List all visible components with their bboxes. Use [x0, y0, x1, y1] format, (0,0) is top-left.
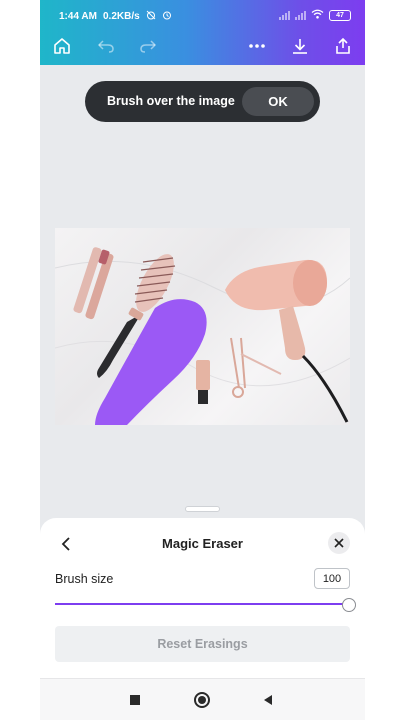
back-nav-icon[interactable]: [258, 690, 278, 710]
top-header: 1:44 AM 0.2KB/s 47: [40, 0, 365, 65]
editor-toolbar: [40, 30, 365, 65]
more-icon[interactable]: [243, 32, 271, 60]
beauty-products-photo: [55, 247, 350, 425]
status-bar: 1:44 AM 0.2KB/s 47: [40, 0, 365, 30]
reset-erasings-button[interactable]: Reset Erasings: [55, 626, 350, 662]
recents-icon[interactable]: [125, 690, 145, 710]
ok-button[interactable]: OK: [242, 87, 314, 116]
sheet-drag-handle[interactable]: [185, 506, 220, 512]
status-time: 1:44 AM: [59, 11, 97, 22]
share-icon[interactable]: [329, 32, 357, 60]
slider-thumb[interactable]: [342, 598, 356, 612]
undo-icon[interactable]: [92, 32, 120, 60]
brush-toast: Brush over the image OK: [85, 81, 320, 122]
close-icon[interactable]: [328, 532, 350, 554]
slider-track: [55, 603, 345, 605]
magic-eraser-panel: Magic Eraser Brush size 100 Reset Erasin…: [40, 518, 365, 678]
home-nav-icon[interactable]: [192, 690, 212, 710]
alarm-off-icon: [146, 10, 156, 23]
redo-icon[interactable]: [134, 32, 162, 60]
toast-message: Brush over the image: [107, 94, 235, 108]
home-icon[interactable]: [48, 32, 76, 60]
brush-size-label: Brush size: [55, 572, 114, 586]
battery-icon: 47: [329, 10, 351, 21]
download-icon[interactable]: [286, 32, 314, 60]
app-screen: 1:44 AM 0.2KB/s 47 Brush over the image …: [40, 0, 365, 720]
battery-level: 47: [336, 12, 344, 19]
signal-icon: [279, 11, 290, 20]
edited-image[interactable]: [55, 228, 350, 425]
panel-title: Magic Eraser: [162, 536, 243, 551]
brush-size-input[interactable]: 100: [314, 568, 350, 589]
status-speed: 0.2KB/s: [102, 11, 140, 22]
system-nav-bar: [40, 678, 365, 720]
brush-size-slider[interactable]: [55, 598, 356, 612]
wifi-icon: [311, 9, 324, 22]
alarm-icon: [162, 10, 172, 23]
signal-icon-2: [295, 11, 306, 20]
